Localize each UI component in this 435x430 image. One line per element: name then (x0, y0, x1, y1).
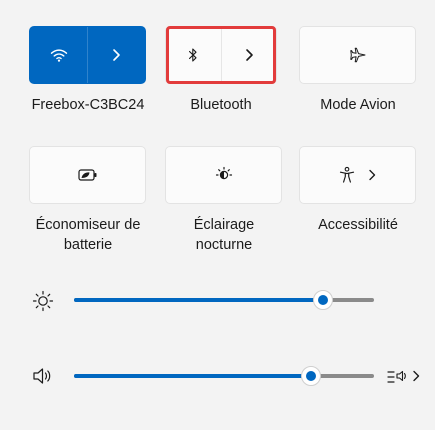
volume-slider-fill (74, 374, 311, 378)
airplane-icon (349, 47, 365, 63)
night-light-label-line2: nocturne (195, 237, 253, 253)
airplane-mode-label: Mode Avion (320, 97, 396, 113)
night-light-tile[interactable] (165, 146, 282, 204)
accessibility-tile[interactable] (299, 146, 416, 204)
speaker-icon[interactable] (32, 366, 54, 386)
battery-saver-label: Économiseur de batterie (18, 215, 158, 255)
wifi-tile[interactable] (29, 26, 146, 84)
audio-output-icon (387, 370, 406, 383)
accessibility-label: Accessibilité (318, 217, 398, 233)
chevron-right-icon (113, 49, 121, 61)
bluetooth-expand-button[interactable] (221, 27, 276, 83)
bluetooth-toggle[interactable] (166, 27, 221, 83)
night-light-label: Éclairage nocturne (154, 215, 294, 255)
airplane-mode-tile[interactable] (299, 26, 416, 84)
volume-slider-thumb[interactable] (301, 366, 321, 386)
night-light-label-line1: Éclairage (193, 217, 255, 233)
chevron-right-icon (245, 49, 253, 61)
volume-slider[interactable] (74, 366, 374, 386)
wifi-label: Freebox-C3BC24 (31, 97, 145, 113)
battery-saver-label-line1: Économiseur de (35, 217, 141, 233)
battery-saver-icon (77, 169, 96, 181)
audio-output-button[interactable] (386, 365, 422, 387)
accessibility-icon (339, 166, 354, 183)
brightness-slider-thumb[interactable] (313, 290, 333, 310)
battery-saver-label-line2: batterie (63, 237, 113, 253)
battery-saver-tile[interactable] (29, 146, 146, 204)
brightness-icon (32, 290, 54, 312)
quick-settings-panel: Freebox-C3BC24 Bluetooth Mode Avion Écon… (0, 0, 435, 430)
brightness-slider[interactable] (74, 290, 374, 310)
chevron-right-icon (368, 169, 375, 181)
night-light-icon (215, 166, 232, 180)
bluetooth-label: Bluetooth (190, 97, 252, 113)
wifi-icon (50, 49, 67, 62)
brightness-slider-fill (74, 298, 323, 302)
chevron-right-icon (413, 370, 420, 382)
wifi-expand-button[interactable] (88, 27, 145, 83)
bluetooth-tile[interactable] (165, 26, 277, 84)
bluetooth-icon (189, 48, 197, 62)
wifi-toggle[interactable] (30, 27, 87, 83)
